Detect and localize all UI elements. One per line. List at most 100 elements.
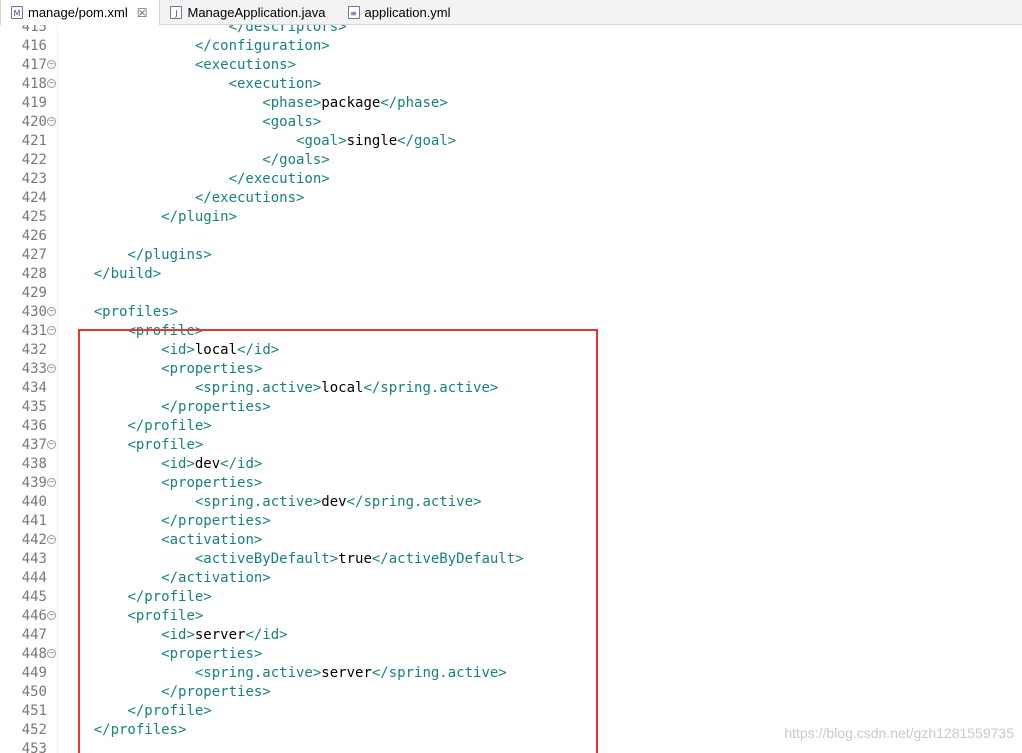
line-number: 438 xyxy=(21,456,47,472)
close-tab-icon[interactable]: ☒ xyxy=(137,6,148,20)
xml-tag: </phase> xyxy=(380,95,448,111)
fold-collapse-icon[interactable]: − xyxy=(47,440,56,449)
line-number: 430 xyxy=(21,304,47,320)
code-line[interactable]: 421 <goal>single</goal> xyxy=(0,132,1022,151)
code-line[interactable]: 420− <goals> xyxy=(0,113,1022,132)
code-line[interactable]: 431− <profile> xyxy=(0,322,1022,341)
code-content: </activation> xyxy=(60,569,271,588)
code-line[interactable]: 416 </configuration> xyxy=(0,37,1022,56)
code-content: </profiles> xyxy=(60,721,187,740)
code-line[interactable]: 417− <executions> xyxy=(0,56,1022,75)
line-number: 427 xyxy=(21,247,47,263)
xml-tag: <phase> xyxy=(262,95,322,111)
code-line[interactable]: 423 </execution> xyxy=(0,170,1022,189)
fold-collapse-icon[interactable]: − xyxy=(47,649,56,658)
code-content: <properties> xyxy=(60,474,262,493)
fold-collapse-icon[interactable]: − xyxy=(47,307,56,316)
fold-collapse-icon[interactable]: − xyxy=(47,79,56,88)
fold-collapse-icon[interactable]: − xyxy=(47,326,56,335)
xml-tag: </spring.active> xyxy=(363,380,499,396)
code-line[interactable]: 440 <spring.active>dev</spring.active> xyxy=(0,493,1022,512)
code-line[interactable]: 418− <execution> xyxy=(0,75,1022,94)
line-number: 451 xyxy=(21,703,47,719)
code-line[interactable]: 446− <profile> xyxy=(0,607,1022,626)
code-content: <spring.active>local</spring.active> xyxy=(60,379,498,398)
code-content: </properties> xyxy=(60,512,271,531)
xml-tag: <activation> xyxy=(161,532,263,548)
code-line[interactable]: 426 xyxy=(0,227,1022,246)
code-line[interactable]: 437− <profile> xyxy=(0,436,1022,455)
code-content: <id>server</id> xyxy=(60,626,287,645)
line-number: 433 xyxy=(21,361,47,377)
line-number: 416 xyxy=(21,38,47,54)
code-line[interactable]: 447 <id>server</id> xyxy=(0,626,1022,645)
fold-collapse-icon[interactable]: − xyxy=(47,60,56,69)
code-line[interactable]: 443 <activeByDefault>true</activeByDefau… xyxy=(0,550,1022,569)
java-file-icon: J xyxy=(170,5,183,19)
xml-tag: </configuration> xyxy=(194,38,330,54)
xml-tag: <id> xyxy=(161,456,195,472)
xml-tag: <execution> xyxy=(228,76,322,92)
code-content: </properties> xyxy=(60,398,271,417)
tab-1[interactable]: J ManageApplication.java xyxy=(160,0,337,24)
code-line[interactable]: 430− <profiles> xyxy=(0,303,1022,322)
code-content: <activation> xyxy=(60,531,262,550)
xml-tag: </profile> xyxy=(127,418,212,434)
code-line[interactable]: 436 </profile> xyxy=(0,417,1022,436)
fold-collapse-icon[interactable]: − xyxy=(47,478,56,487)
code-line[interactable]: 450 </properties> xyxy=(0,683,1022,702)
code-line[interactable]: 445 </profile> xyxy=(0,588,1022,607)
code-content: <spring.active>dev</spring.active> xyxy=(60,493,482,512)
line-number: 432 xyxy=(21,342,47,358)
code-line[interactable]: 424 </executions> xyxy=(0,189,1022,208)
line-number: 446 xyxy=(21,608,47,624)
code-line[interactable]: 451 </profile> xyxy=(0,702,1022,721)
code-line[interactable]: 425 </plugin> xyxy=(0,208,1022,227)
code-line[interactable]: 438 <id>dev</id> xyxy=(0,455,1022,474)
line-number: 435 xyxy=(21,399,47,415)
code-content: </profile> xyxy=(60,588,211,607)
code-line[interactable]: 434 <spring.active>local</spring.active> xyxy=(0,379,1022,398)
line-number: 448 xyxy=(21,646,47,662)
line-number: 425 xyxy=(21,209,47,225)
fold-collapse-icon[interactable]: − xyxy=(47,364,56,373)
code-content: <executions> xyxy=(60,56,296,75)
code-line[interactable]: 442− <activation> xyxy=(0,531,1022,550)
line-number: 424 xyxy=(21,190,47,206)
code-line[interactable]: 429 xyxy=(0,284,1022,303)
code-content: </properties> xyxy=(60,683,271,702)
code-line[interactable]: 428 </build> xyxy=(0,265,1022,284)
code-line[interactable]: 427 </plugins> xyxy=(0,246,1022,265)
editor-tab-bar: Mmanage/pom.xml ☒ J ManageApplication.java ≡… xyxy=(0,0,1022,25)
code-line[interactable]: 449 <spring.active>server</spring.active… xyxy=(0,664,1022,683)
code-line[interactable]: 444 </activation> xyxy=(0,569,1022,588)
fold-collapse-icon[interactable]: − xyxy=(47,611,56,620)
code-editor[interactable]: 415 </descriptors> 416 </configuration> 41… xyxy=(0,25,1022,753)
tab-0[interactable]: Mmanage/pom.xml ☒ xyxy=(0,0,161,25)
code-content: </descriptors> xyxy=(60,25,347,37)
fold-collapse-icon[interactable]: − xyxy=(47,535,56,544)
xml-tag: <profile> xyxy=(127,323,204,339)
code-content: </configuration> xyxy=(60,37,330,56)
code-line[interactable]: 441 </properties> xyxy=(0,512,1022,531)
code-content: </plugin> xyxy=(60,208,237,227)
code-line[interactable]: 453 xyxy=(0,740,1022,753)
code-line[interactable]: 448− <properties> xyxy=(0,645,1022,664)
code-line[interactable]: 419 <phase>package</phase> xyxy=(0,94,1022,113)
code-line[interactable]: 415 </descriptors> xyxy=(0,25,1022,37)
code-content: </plugins> xyxy=(60,246,211,265)
code-line[interactable]: 439− <properties> xyxy=(0,474,1022,493)
code-line[interactable]: 422 </goals> xyxy=(0,151,1022,170)
line-number: 450 xyxy=(21,684,47,700)
xml-tag: <properties> xyxy=(161,475,263,491)
code-content: <phase>package</phase> xyxy=(60,94,448,113)
xml-tag: <id> xyxy=(161,342,195,358)
xml-text: server xyxy=(194,627,246,643)
line-number: 421 xyxy=(21,133,47,149)
tab-2[interactable]: ≡ application.yml xyxy=(338,0,463,24)
line-number: 443 xyxy=(21,551,47,567)
fold-collapse-icon[interactable]: − xyxy=(47,117,56,126)
code-line[interactable]: 432 <id>local</id> xyxy=(0,341,1022,360)
code-line[interactable]: 435 </properties> xyxy=(0,398,1022,417)
code-line[interactable]: 433− <properties> xyxy=(0,360,1022,379)
